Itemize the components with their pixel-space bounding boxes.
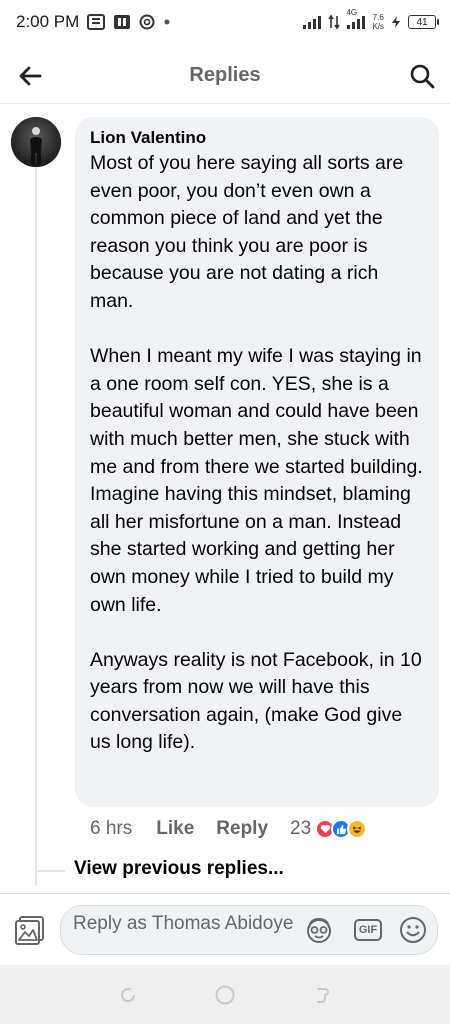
status-bar: 2:00 PM 4G 7.6 K/s 41	[0, 0, 450, 44]
comment-actions: 6 hrs Like Reply 23	[90, 815, 368, 843]
avatar[interactable]	[11, 117, 61, 167]
signal-icon	[302, 14, 322, 30]
reply-placeholder: Reply as Thomas Abidoye	[73, 913, 294, 934]
haha-icon	[347, 819, 368, 839]
gallery-button[interactable]	[13, 913, 47, 947]
nav-home-button[interactable]	[212, 982, 238, 1008]
dot-icon	[163, 18, 171, 26]
view-previous-replies[interactable]: View previous replies...	[74, 858, 284, 880]
reply-button[interactable]: Reply	[216, 818, 268, 840]
gif-button[interactable]: GIF	[352, 915, 384, 945]
signal-4g-icon: 4G	[346, 8, 366, 30]
comment-paragraph: Anyways reality is not Facebook, in 10 y…	[90, 648, 422, 754]
emoji-button[interactable]	[398, 915, 428, 945]
avatar-image	[11, 117, 61, 167]
thread-line	[35, 164, 37, 886]
app-icon	[113, 14, 131, 30]
avatar-sticker-button[interactable]	[304, 915, 334, 945]
comment-text: Most of you here saying all sorts are ev…	[90, 150, 425, 757]
like-button[interactable]: Like	[156, 818, 194, 840]
gif-icon: GIF	[354, 919, 382, 941]
comment-paragraph: When I meant my wife I was staying in a …	[90, 345, 423, 616]
comment-time[interactable]: 6 hrs	[90, 818, 132, 840]
nav-back-button[interactable]	[309, 982, 335, 1008]
smiley-icon	[400, 917, 426, 943]
arrow-left-icon	[19, 66, 42, 86]
data-transfer-icon	[328, 14, 341, 30]
back-button[interactable]	[14, 60, 46, 92]
reply-composer: Reply as Thomas Abidoye GIF	[0, 893, 450, 965]
page-title: Replies	[189, 64, 261, 86]
thread-branch	[35, 870, 65, 872]
reaction-count[interactable]: 23	[290, 818, 311, 840]
status-time: 2:00 PM	[16, 12, 80, 31]
network-speed: 7.6 K/s	[372, 13, 384, 31]
comment-paragraph: Most of you here saying all sorts are ev…	[90, 152, 404, 312]
notes-icon	[87, 14, 106, 30]
search-icon	[410, 64, 435, 89]
comment-bubble: Lion Valentino Most of you here saying a…	[75, 117, 439, 807]
speed-unit: K/s	[372, 22, 384, 31]
recents-icon	[121, 987, 136, 1002]
system-nav-bar	[0, 965, 450, 1024]
charging-icon	[390, 15, 402, 29]
speed-value: 7.6	[372, 13, 384, 22]
threads-icon	[139, 14, 155, 30]
battery-level: 41	[416, 16, 428, 28]
nav-recents-button[interactable]	[115, 982, 141, 1008]
back-icon	[316, 987, 329, 1003]
reply-input[interactable]: Reply as Thomas Abidoye GIF	[60, 905, 438, 955]
avatar-sticker-icon	[307, 917, 331, 943]
comment-author[interactable]: Lion Valentino	[90, 127, 425, 149]
header: Replies	[0, 48, 450, 104]
photo-icon	[15, 916, 44, 945]
battery-indicator: 41	[408, 15, 439, 29]
home-circle-icon	[215, 985, 235, 1004]
search-button[interactable]	[406, 60, 438, 92]
network-type: 4G	[346, 8, 358, 17]
reactions-summary[interactable]	[315, 819, 368, 839]
